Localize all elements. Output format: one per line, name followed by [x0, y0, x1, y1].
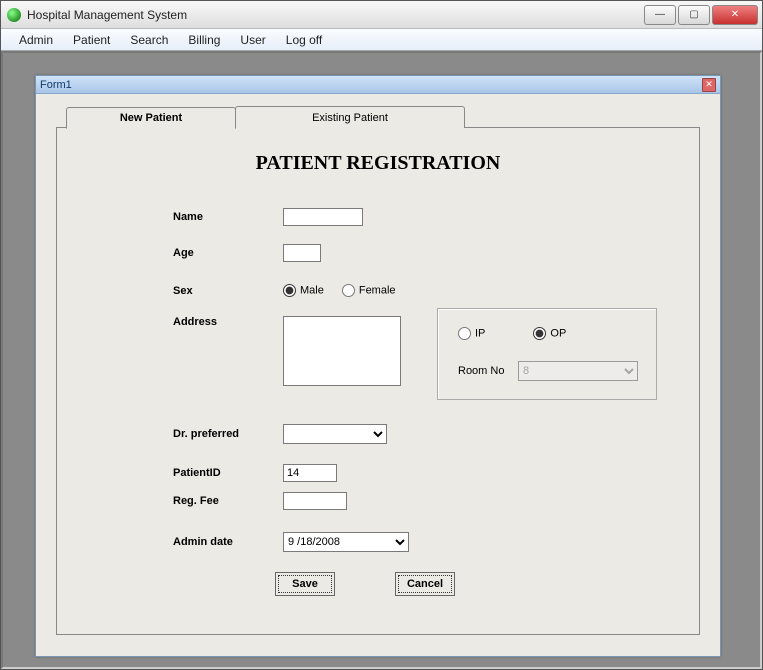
- radio-female-label: Female: [359, 284, 396, 296]
- save-button[interactable]: Save: [275, 572, 335, 596]
- app-window: Hospital Management System — ▢ ✕ Admin P…: [0, 0, 763, 670]
- form1-window: Form1 ✕ New Patient Existing Patient PAT…: [35, 75, 721, 657]
- radio-op[interactable]: [533, 327, 546, 340]
- radio-female[interactable]: [342, 284, 355, 297]
- menu-billing[interactable]: Billing: [178, 31, 230, 49]
- regfee-field[interactable]: [283, 492, 347, 510]
- app-icon: [7, 8, 21, 22]
- menu-search[interactable]: Search: [120, 31, 178, 49]
- patientid-field[interactable]: [283, 464, 337, 482]
- radio-male-label: Male: [300, 284, 324, 296]
- menu-patient[interactable]: Patient: [63, 31, 120, 49]
- label-sex: Sex: [173, 285, 283, 297]
- maximize-button[interactable]: ▢: [678, 5, 710, 25]
- titlebar[interactable]: Hospital Management System — ▢ ✕: [1, 1, 762, 29]
- label-patientid: PatientID: [173, 467, 283, 479]
- cancel-button[interactable]: Cancel: [395, 572, 455, 596]
- mdi-client-area: Form1 ✕ New Patient Existing Patient PAT…: [1, 51, 762, 669]
- label-age: Age: [173, 247, 283, 259]
- label-roomno: Room No: [458, 365, 518, 377]
- form1-titlebar[interactable]: Form1 ✕: [36, 76, 720, 94]
- minimize-button[interactable]: —: [644, 5, 676, 25]
- tab-panel-new-patient: PATIENT REGISTRATION Name Age: [56, 127, 700, 635]
- menubar: Admin Patient Search Billing User Log of…: [1, 29, 762, 51]
- label-regfee: Reg. Fee: [173, 495, 283, 507]
- form1-title: Form1: [40, 79, 72, 91]
- radio-ip-wrapper[interactable]: IP: [458, 327, 485, 340]
- tab-existing-patient[interactable]: Existing Patient: [235, 106, 465, 128]
- form1-close-button[interactable]: ✕: [702, 78, 716, 92]
- address-field[interactable]: [283, 316, 401, 386]
- label-admindate: Admin date: [173, 536, 283, 548]
- age-field[interactable]: [283, 244, 321, 262]
- close-button[interactable]: ✕: [712, 5, 758, 25]
- label-name: Name: [173, 211, 283, 223]
- radio-op-wrapper[interactable]: OP: [533, 327, 566, 340]
- name-field[interactable]: [283, 208, 363, 226]
- menu-logoff[interactable]: Log off: [276, 31, 332, 49]
- roomno-combo[interactable]: 8: [518, 361, 638, 381]
- menu-user[interactable]: User: [230, 31, 275, 49]
- menu-admin[interactable]: Admin: [9, 31, 63, 49]
- window-title: Hospital Management System: [27, 8, 187, 22]
- radio-ip-label: IP: [475, 327, 485, 339]
- radio-male-wrapper[interactable]: Male: [283, 284, 324, 297]
- radio-op-label: OP: [550, 327, 566, 339]
- radio-ip[interactable]: [458, 327, 471, 340]
- label-drpref: Dr. preferred: [173, 428, 283, 440]
- admindate-picker[interactable]: 9 /18/2008: [283, 532, 409, 552]
- radio-male[interactable]: [283, 284, 296, 297]
- radio-female-wrapper[interactable]: Female: [342, 284, 396, 297]
- drpref-combo[interactable]: [283, 424, 387, 444]
- label-address: Address: [173, 316, 283, 328]
- patient-type-group: IP OP Room No 8: [437, 308, 657, 400]
- page-heading: PATIENT REGISTRATION: [57, 152, 699, 175]
- tab-new-patient[interactable]: New Patient: [66, 107, 236, 129]
